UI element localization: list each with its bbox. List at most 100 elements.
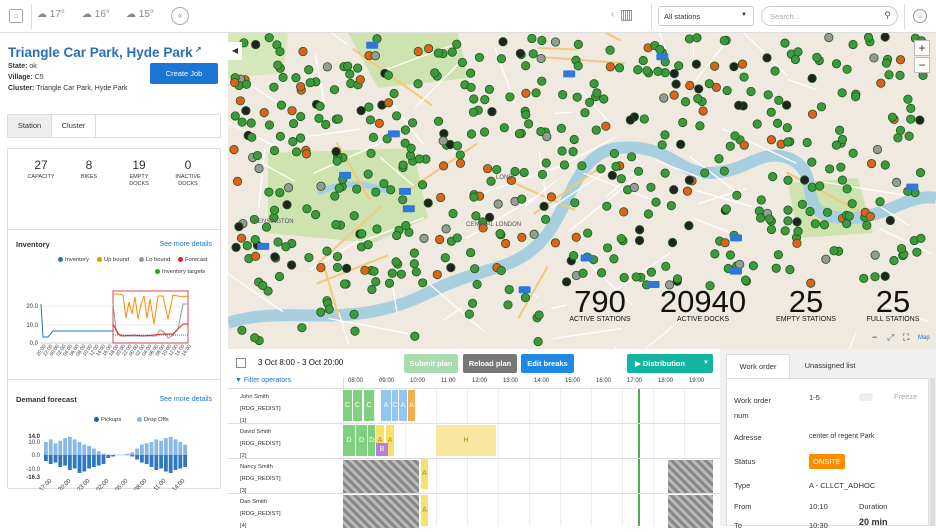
station-marker[interactable] (292, 74, 300, 82)
station-marker[interactable] (692, 60, 700, 68)
station-marker[interactable] (773, 119, 781, 127)
station-marker[interactable] (335, 184, 343, 192)
station-marker[interactable] (497, 55, 505, 63)
station-marker[interactable] (749, 262, 757, 270)
station-marker[interactable] (694, 94, 702, 102)
station-marker[interactable] (538, 36, 546, 44)
station-marker[interactable] (410, 260, 418, 268)
station-marker[interactable] (270, 206, 278, 214)
station-marker[interactable] (572, 233, 580, 241)
inventory-more-link[interactable]: See more details (159, 241, 212, 248)
station-marker[interactable] (685, 221, 693, 229)
station-marker[interactable] (468, 299, 476, 307)
station-marker[interactable] (356, 75, 364, 83)
station-marker[interactable] (658, 141, 666, 149)
station-marker[interactable] (247, 119, 255, 127)
station-marker[interactable] (316, 102, 324, 110)
station-marker[interactable] (499, 38, 507, 46)
station-marker[interactable] (401, 139, 409, 147)
station-marker[interactable] (843, 185, 851, 193)
station-marker[interactable] (635, 236, 643, 244)
station-marker[interactable] (271, 253, 279, 261)
station-marker[interactable] (848, 199, 856, 207)
station-marker[interactable] (574, 62, 582, 70)
station-marker[interactable] (325, 305, 333, 313)
station-marker[interactable] (578, 162, 586, 170)
station-marker[interactable] (447, 263, 455, 271)
station-marker[interactable] (279, 73, 287, 81)
station-marker[interactable] (277, 101, 285, 109)
station-marker[interactable] (275, 272, 283, 280)
station-marker[interactable] (352, 185, 360, 193)
station-marker[interactable] (248, 133, 256, 141)
station-marker[interactable] (470, 95, 478, 103)
van-marker[interactable] (339, 172, 351, 179)
station-marker[interactable] (458, 58, 466, 66)
station-marker[interactable] (606, 46, 614, 54)
station-marker[interactable] (784, 217, 792, 225)
tab-work-order[interactable]: Work order (726, 354, 790, 378)
station-marker[interactable] (302, 150, 310, 158)
station-marker[interactable] (863, 221, 871, 229)
station-marker[interactable] (518, 233, 526, 241)
station-marker[interactable] (467, 130, 475, 138)
station-marker[interactable] (414, 80, 422, 88)
van-marker[interactable] (656, 53, 668, 60)
station-marker[interactable] (837, 163, 845, 171)
station-marker[interactable] (731, 132, 739, 140)
station-marker[interactable] (399, 161, 407, 169)
station-marker[interactable] (358, 230, 366, 238)
station-marker[interactable] (387, 186, 395, 194)
station-marker[interactable] (392, 112, 400, 120)
station-marker[interactable] (830, 247, 838, 255)
station-marker[interactable] (251, 235, 259, 243)
station-marker[interactable] (675, 62, 683, 70)
station-marker[interactable] (699, 107, 707, 115)
station-marker[interactable] (357, 106, 365, 114)
station-marker[interactable] (723, 86, 731, 94)
station-marker[interactable] (820, 221, 828, 229)
operator-row[interactable]: Dan Smith[RDG_REDIST][4] (228, 493, 720, 528)
station-marker[interactable] (685, 176, 693, 184)
station-marker[interactable] (558, 90, 566, 98)
station-marker[interactable] (541, 215, 549, 223)
station-marker[interactable] (411, 332, 419, 340)
station-marker[interactable] (323, 247, 331, 255)
station-marker[interactable] (543, 132, 551, 140)
station-marker[interactable] (433, 270, 441, 278)
station-title[interactable]: Triangle Car Park, Hyde Park ↗ (8, 45, 202, 60)
station-marker[interactable] (800, 176, 808, 184)
station-marker[interactable] (877, 79, 885, 87)
station-marker[interactable] (384, 71, 392, 79)
station-marker[interactable] (793, 218, 801, 226)
station-marker[interactable] (917, 234, 925, 242)
station-marker[interactable] (592, 126, 600, 134)
station-marker[interactable] (303, 205, 311, 213)
station-marker[interactable] (529, 50, 537, 58)
van-marker[interactable] (563, 70, 575, 77)
station-marker[interactable] (408, 119, 416, 127)
edit-breaks-button[interactable]: Edit breaks (521, 354, 574, 373)
task-block[interactable]: D (343, 425, 355, 456)
station-marker[interactable] (282, 243, 290, 251)
station-marker[interactable] (763, 54, 771, 62)
station-marker[interactable] (661, 169, 669, 177)
station-marker[interactable] (686, 81, 694, 89)
station-marker[interactable] (711, 250, 719, 258)
station-marker[interactable] (784, 138, 792, 146)
station-marker[interactable] (781, 227, 789, 235)
station-marker[interactable] (606, 63, 614, 71)
station-marker[interactable] (783, 123, 791, 131)
station-marker[interactable] (270, 146, 278, 154)
station-marker[interactable] (627, 153, 635, 161)
station-marker[interactable] (661, 131, 669, 139)
station-marker[interactable] (683, 187, 691, 195)
station-marker[interactable] (632, 273, 640, 281)
station-marker[interactable] (670, 91, 678, 99)
station-marker[interactable] (351, 327, 359, 335)
station-marker[interactable] (660, 94, 668, 102)
station-marker[interactable] (644, 210, 652, 218)
station-marker[interactable] (253, 151, 261, 159)
station-marker[interactable] (453, 234, 461, 242)
station-marker[interactable] (881, 33, 889, 41)
